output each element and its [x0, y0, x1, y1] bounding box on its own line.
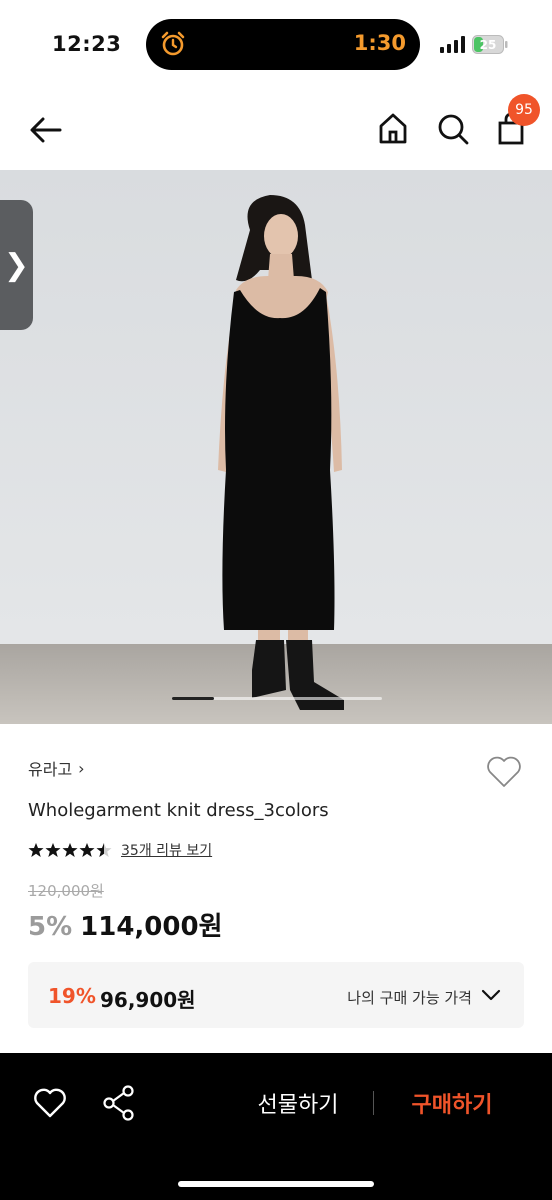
- battery-icon: 25: [472, 35, 508, 54]
- rating-row: 35개 리뷰 보기: [28, 840, 212, 860]
- search-icon[interactable]: [434, 110, 472, 148]
- my-price-value: 96,900원: [100, 988, 196, 1012]
- my-price-discount: 19%: [48, 984, 96, 1008]
- back-arrow-icon[interactable]: [28, 112, 64, 148]
- product-name: Wholegarment knit dress_3colors: [28, 800, 329, 821]
- sale-price: 114,000원: [80, 912, 223, 942]
- nav-bar: [0, 90, 552, 170]
- alarm-icon: [161, 31, 185, 56]
- review-link[interactable]: 35개 리뷰 보기: [121, 840, 212, 860]
- chevron-down-icon: [481, 989, 501, 1001]
- gallery-progress-fill: [172, 697, 214, 700]
- side-tab-chevron: ❯: [3, 247, 30, 283]
- battery-level: 25: [480, 38, 497, 52]
- cart-count-badge: 95: [508, 94, 540, 126]
- heart-icon[interactable]: [32, 1085, 68, 1121]
- share-icon[interactable]: [102, 1085, 136, 1121]
- star-icon: [28, 843, 44, 857]
- my-price-dropdown[interactable]: 19% 96,900원 나의 구매 가능 가격: [28, 962, 524, 1028]
- my-price-label: 나의 구매 가능 가격: [347, 989, 472, 1007]
- timer-text: 1:30: [353, 31, 406, 55]
- status-time: 12:23: [52, 32, 122, 56]
- heart-icon[interactable]: [484, 752, 524, 792]
- status-bar: 12:23 1:30 25: [0, 0, 552, 90]
- star-rating: [28, 842, 113, 858]
- star-icon: [96, 843, 112, 857]
- gift-button[interactable]: 선물하기: [240, 1087, 356, 1119]
- home-icon[interactable]: [374, 110, 412, 148]
- product-image[interactable]: [0, 170, 552, 724]
- brand-link[interactable]: 유라고 ›: [28, 756, 85, 780]
- buy-button[interactable]: 구매하기: [394, 1087, 510, 1119]
- original-price: 120,000원: [28, 882, 104, 900]
- signal-icon: [440, 36, 465, 53]
- product-photo: [0, 170, 552, 724]
- star-icon: [62, 843, 78, 857]
- bottom-action-bar: 선물하기 구매하기: [0, 1053, 552, 1200]
- gallery-progress: [172, 697, 382, 700]
- home-indicator: [178, 1181, 374, 1187]
- side-tab-button[interactable]: ❯: [0, 200, 33, 330]
- dynamic-island[interactable]: 1:30: [146, 19, 420, 70]
- star-icon: [79, 843, 95, 857]
- chevron-right-icon: ›: [78, 758, 85, 778]
- brand-name: 유라고: [28, 760, 73, 779]
- star-icon: [45, 843, 61, 857]
- discount-rate: 5%: [28, 912, 73, 942]
- price-row: 5% 114,000원: [28, 906, 223, 943]
- divider: [373, 1091, 374, 1115]
